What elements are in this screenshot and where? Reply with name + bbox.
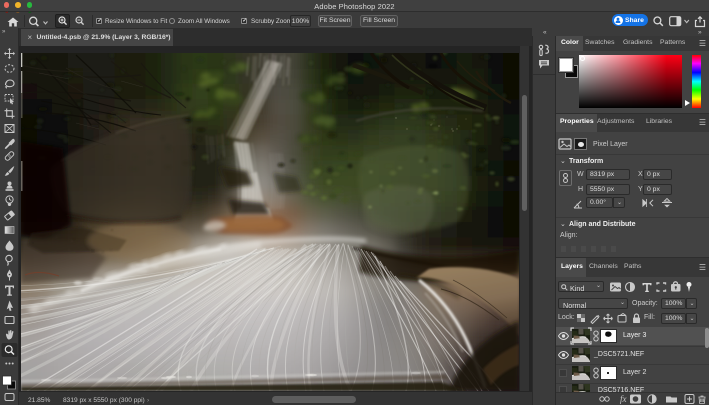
svg-text:fx: fx [620, 394, 627, 404]
